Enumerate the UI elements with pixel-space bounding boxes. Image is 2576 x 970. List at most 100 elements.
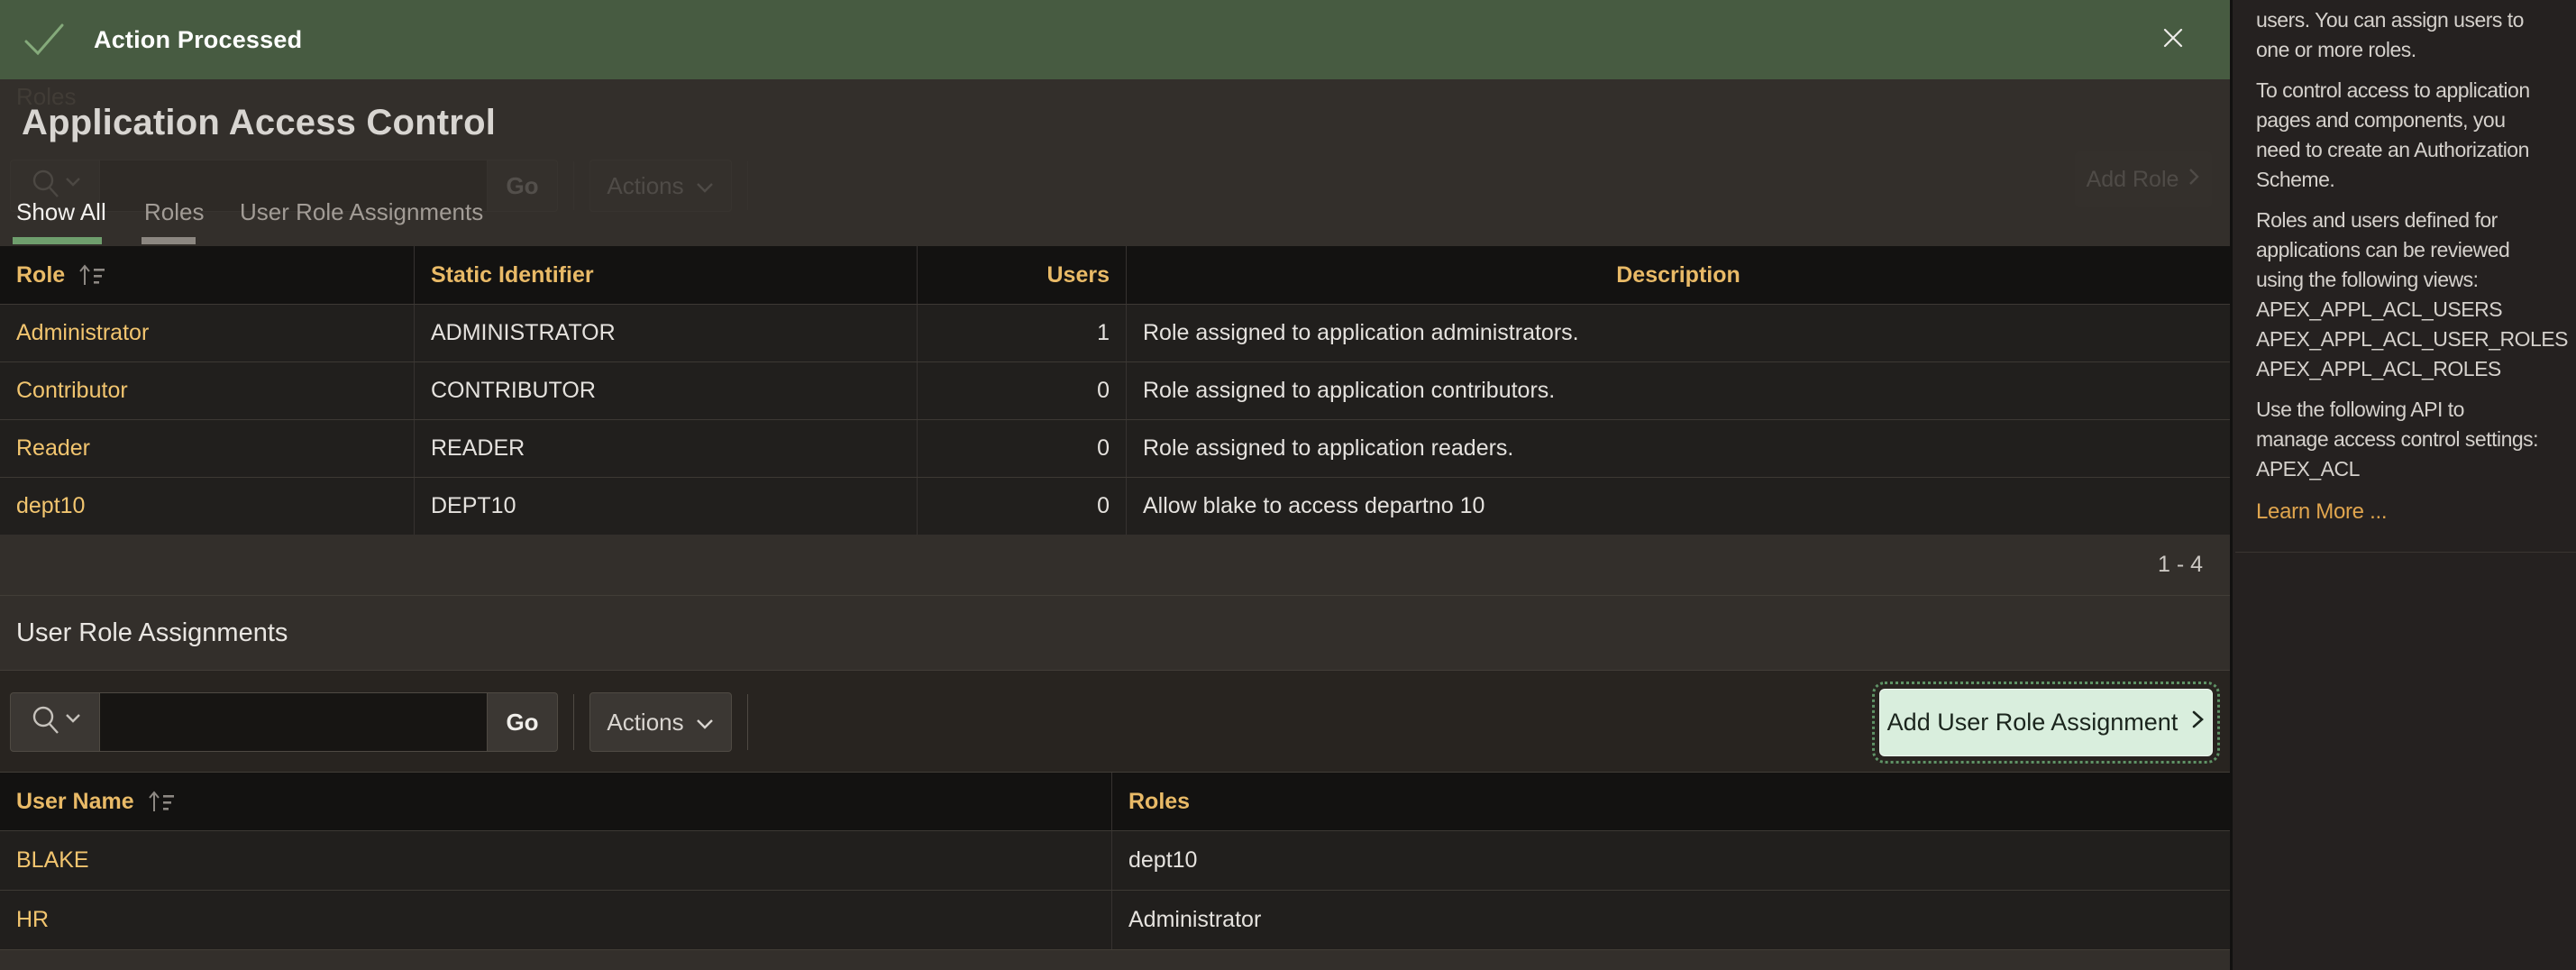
divider xyxy=(2235,552,2576,553)
table-row: Reader READER 0 Role assigned to applica… xyxy=(0,419,2230,477)
sort-asc-icon xyxy=(145,788,176,815)
chevron-down-icon xyxy=(695,709,715,737)
add-user-role-assignment-button[interactable]: Add User Role Assignment xyxy=(1879,689,2213,756)
column-header-static-identifier[interactable]: Static Identifier xyxy=(415,246,918,304)
go-button[interactable]: Go xyxy=(488,692,558,752)
help-line: one or more roles. xyxy=(2256,35,2576,65)
user-name-link[interactable]: BLAKE xyxy=(16,847,89,874)
help-line: To control access to application xyxy=(2256,76,2576,105)
role-link[interactable]: Contributor xyxy=(16,378,128,404)
table-row: dept10 DEPT10 0 Allow blake to access de… xyxy=(0,477,2230,535)
dimmed-add-role-button: Add Role xyxy=(2075,151,2212,207)
section-title: User Role Assignments xyxy=(16,618,288,648)
help-line: pages and components, you xyxy=(2256,105,2576,135)
tab-roles[interactable]: Roles xyxy=(144,198,204,226)
help-line: manage access control settings: xyxy=(2256,425,2576,454)
search-input[interactable] xyxy=(100,692,488,752)
add-role-label: Add Role xyxy=(2087,167,2179,193)
help-line: APEX_ACL xyxy=(2256,454,2576,484)
user-name-link[interactable]: HR xyxy=(16,907,49,933)
tab-user-role-assignments[interactable]: User Role Assignments xyxy=(240,198,483,226)
separator xyxy=(747,161,748,210)
search-dropdown-button[interactable] xyxy=(10,692,100,752)
page-header: Roles Application Access Control Go xyxy=(0,79,2230,246)
help-line: APEX_APPL_ACL_ROLES xyxy=(2256,354,2576,384)
static-id-cell: ADMINISTRATOR xyxy=(415,305,918,361)
chevron-down-icon xyxy=(695,172,715,200)
column-header-label: User Name xyxy=(16,789,134,815)
users-count-cell: 0 xyxy=(918,362,1127,419)
add-button-label: Add User Role Assignment xyxy=(1887,709,2179,737)
column-header-description[interactable]: Description xyxy=(1127,246,2230,304)
table-row: HR Administrator xyxy=(0,890,2230,949)
separator xyxy=(747,694,748,750)
role-link[interactable]: dept10 xyxy=(16,493,85,519)
static-id-cell: DEPT10 xyxy=(415,478,918,535)
description-cell: Role assigned to application administrat… xyxy=(1127,305,2230,361)
help-line: APEX_APPL_ACL_USERS xyxy=(2256,295,2576,325)
chevron-right-icon xyxy=(2190,709,2205,737)
table-row: Administrator ADMINISTRATOR 1 Role assig… xyxy=(0,304,2230,361)
actions-label: Actions xyxy=(607,172,683,200)
success-message: Action Processed xyxy=(94,26,302,54)
roles-table: Role Static Identifier Users Description xyxy=(0,246,2230,535)
role-link[interactable]: Administrator xyxy=(16,320,149,346)
column-header-role[interactable]: Role xyxy=(0,246,415,304)
search-icon xyxy=(27,702,83,743)
description-cell: Role assigned to application contributor… xyxy=(1127,362,2230,419)
dimmed-go-button: Go xyxy=(488,160,558,212)
sort-asc-icon xyxy=(76,261,106,288)
static-id-cell: CONTRIBUTOR xyxy=(415,362,918,419)
help-text: users. You can assign users to one or mo… xyxy=(2233,0,2576,526)
chevron-right-icon xyxy=(2188,167,2200,193)
column-header-user-name[interactable]: User Name xyxy=(0,773,1112,830)
separator xyxy=(573,694,574,750)
roles-table-header: Role Static Identifier Users Description xyxy=(0,246,2230,304)
help-sidebar: users. You can assign users to one or mo… xyxy=(2230,0,2576,970)
help-line: using the following views: xyxy=(2256,265,2576,295)
roles-cell: Administrator xyxy=(1112,891,2230,949)
roles-tab-indicator xyxy=(142,237,196,244)
column-header-label: Role xyxy=(16,262,65,288)
help-line: need to create an Authorization xyxy=(2256,135,2576,165)
description-cell: Allow blake to access departno 10 xyxy=(1127,478,2230,535)
help-line: Scheme. xyxy=(2256,165,2576,195)
help-paragraph: Roles and users defined for applications… xyxy=(2256,206,2576,384)
actions-label: Actions xyxy=(607,709,683,737)
learn-more-link[interactable]: Learn More ... xyxy=(2256,497,2387,526)
close-icon xyxy=(2158,23,2188,56)
main-content: Action Processed Roles Application Acces… xyxy=(0,0,2230,970)
users-count-cell: 0 xyxy=(918,420,1127,477)
app-screen: Action Processed Roles Application Acces… xyxy=(0,0,2576,970)
column-header-users[interactable]: Users xyxy=(918,246,1127,304)
pagination: 1 - 4 xyxy=(0,535,2230,595)
success-banner: Action Processed xyxy=(0,0,2230,79)
page-title: Application Access Control xyxy=(22,103,496,143)
help-line: applications can be reviewed xyxy=(2256,235,2576,265)
table-row: BLAKE dept10 xyxy=(0,830,2230,890)
tab-show-all[interactable]: Show All xyxy=(16,198,106,226)
search-bar-group: Go Actions xyxy=(10,692,763,752)
users-count-cell: 1 xyxy=(918,305,1127,361)
roles-cell: dept10 xyxy=(1112,831,2230,890)
column-header-roles[interactable]: Roles xyxy=(1112,773,2230,830)
help-paragraph: users. You can assign users to one or mo… xyxy=(2256,5,2576,65)
description-cell: Role assigned to application readers. xyxy=(1127,420,2230,477)
dimmed-actions-button: Actions xyxy=(589,160,732,212)
static-id-cell: READER xyxy=(415,420,918,477)
role-link[interactable]: Reader xyxy=(16,435,90,462)
users-count-cell: 0 xyxy=(918,478,1127,535)
help-line: Roles and users defined for xyxy=(2256,206,2576,235)
actions-button[interactable]: Actions xyxy=(589,692,732,752)
close-notification-button[interactable] xyxy=(2152,18,2194,59)
assignments-table-header: User Name Roles xyxy=(0,773,2230,830)
help-line: Use the following API to xyxy=(2256,395,2576,425)
active-tab-indicator xyxy=(13,237,102,244)
help-line: APEX_APPL_ACL_USER_ROLES xyxy=(2256,325,2576,354)
assignments-toolbar: Go Actions Add User Role Assignment xyxy=(0,670,2230,773)
pagination-range: 1 - 4 xyxy=(2158,552,2203,578)
table-row: Contributor CONTRIBUTOR 0 Role assigned … xyxy=(0,361,2230,419)
user-role-assignments-section-header: User Role Assignments xyxy=(0,595,2230,670)
table-footer-strip xyxy=(0,949,2230,970)
check-icon xyxy=(22,20,67,59)
